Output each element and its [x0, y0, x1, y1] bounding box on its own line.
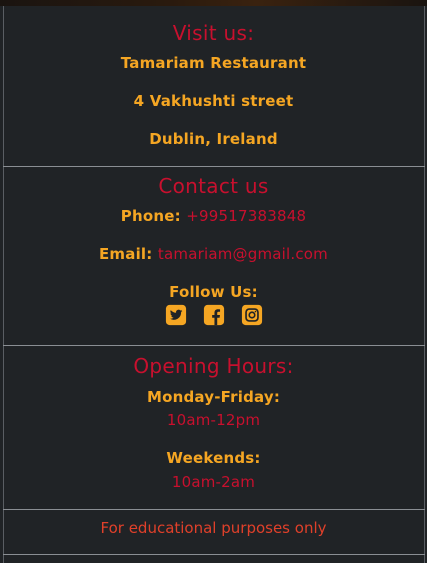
- footer-note: For educational purposes only: [100, 519, 327, 537]
- hours-heading: Opening Hours:: [133, 354, 294, 378]
- weekday-label: Monday-Friday:: [146, 388, 281, 406]
- email-line: Email: tamariam@gmail.com: [0, 244, 427, 264]
- divider: [3, 509, 425, 510]
- twitter-icon[interactable]: [165, 304, 187, 326]
- weekend-hours: 10am-2am: [171, 473, 256, 491]
- phone-line: Phone: +99517383848: [0, 206, 427, 226]
- contact-section: Contact us: [0, 173, 427, 199]
- street-address: 4 Vakhushti street: [133, 92, 294, 110]
- facebook-icon[interactable]: [203, 304, 225, 326]
- footer-note-wrap: For educational purposes only: [0, 518, 427, 538]
- city-wrap: Dublin, Ireland: [0, 129, 427, 149]
- weekday-value-wrap: 10am-12pm: [0, 410, 427, 430]
- weekend-label: Weekends:: [166, 449, 261, 467]
- contact-heading: Contact us: [158, 174, 269, 198]
- social-icons: [0, 304, 427, 326]
- hours-section: Opening Hours:: [0, 353, 427, 379]
- divider: [3, 166, 425, 167]
- city: Dublin, Ireland: [149, 130, 278, 148]
- phone-link[interactable]: +99517383848: [186, 207, 306, 225]
- follow-label: Follow Us:: [169, 283, 258, 301]
- phone-label: Phone:: [120, 207, 181, 225]
- restaurant-name: Tamariam Restaurant: [120, 54, 307, 72]
- follow-wrap: Follow Us:: [0, 282, 427, 302]
- divider: [3, 554, 425, 555]
- weekday-hours: 10am-12pm: [166, 411, 261, 429]
- restaurant-name-wrap: Tamariam Restaurant: [0, 53, 427, 73]
- visit-heading: Visit us:: [172, 21, 255, 45]
- divider: [3, 345, 425, 346]
- weekday-label-wrap: Monday-Friday:: [0, 387, 427, 407]
- weekend-value-wrap: 10am-2am: [0, 472, 427, 492]
- email-label: Email:: [98, 245, 153, 263]
- email-link[interactable]: tamariam@gmail.com: [158, 245, 328, 263]
- visit-section: Visit us:: [0, 20, 427, 46]
- street-wrap: 4 Vakhushti street: [0, 91, 427, 111]
- instagram-icon[interactable]: [241, 304, 263, 326]
- weekend-label-wrap: Weekends:: [0, 448, 427, 468]
